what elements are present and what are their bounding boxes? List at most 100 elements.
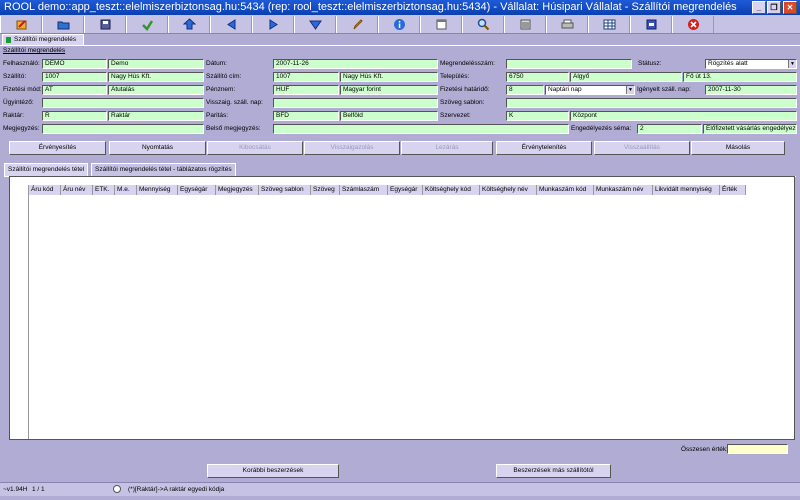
restore-button[interactable]: Visszaállítás — [594, 141, 690, 155]
status-select[interactable]: Rögzítés alatt ▼ — [705, 59, 797, 69]
total-label: Összesen érték: — [681, 446, 728, 453]
title-bar: ROOL demo::app_teszt::elelmiszerbiztonsa… — [0, 0, 800, 15]
administrator-field[interactable] — [42, 98, 204, 108]
column-header[interactable]: Munkaszám név — [594, 185, 653, 195]
tab-order-items[interactable]: Szállítói megrendelés tétel — [4, 163, 89, 176]
internal-note-label: Belső megjegyzés: — [206, 125, 261, 132]
requested-delivery-field[interactable]: 2007-11-30 — [705, 85, 797, 95]
column-header[interactable]: Áru név — [61, 185, 93, 195]
close-order-button[interactable]: Lezárás — [401, 141, 493, 155]
warehouse-name-field[interactable]: Raktár — [108, 111, 204, 121]
column-header[interactable]: Szöveg sablon — [259, 185, 311, 195]
user-name-field[interactable]: Demo — [108, 59, 204, 69]
deadline-unit-select[interactable]: Naptári nap ▼ — [545, 85, 635, 95]
print-document-button[interactable]: Nyomtatás — [109, 141, 206, 155]
zip-field[interactable]: 6750 — [506, 72, 569, 82]
previous-icon — [226, 19, 235, 30]
list-button[interactable] — [504, 16, 546, 33]
save-button[interactable] — [84, 16, 126, 33]
window-close-button[interactable]: ✕ — [783, 1, 797, 14]
currency-name-field[interactable]: Magyar forint — [340, 85, 438, 95]
requested-delivery-label: Igényelt száll. nap: — [637, 86, 691, 93]
last-button[interactable] — [294, 16, 336, 33]
column-header[interactable]: ETK. — [93, 185, 115, 195]
maximize-button[interactable]: ❐ — [767, 1, 781, 14]
calendar-button[interactable] — [420, 16, 462, 33]
last-icon — [308, 20, 322, 30]
refresh-button[interactable] — [126, 16, 168, 33]
modify-button[interactable] — [336, 16, 378, 33]
column-header[interactable]: Költséghely név — [480, 185, 537, 195]
column-header[interactable]: Érték — [720, 185, 746, 195]
user-code-field[interactable]: DEMO — [42, 59, 107, 69]
organization-code-field[interactable]: K — [506, 111, 569, 121]
column-header[interactable]: Megjegyzés — [216, 185, 259, 195]
open-button[interactable] — [42, 16, 84, 33]
confirm-days-field[interactable] — [273, 98, 438, 108]
supplier-address-name-field[interactable]: Nagy Hús Kft. — [340, 72, 438, 82]
organization-label: Szervezet: — [440, 112, 471, 119]
validate-button[interactable]: Érvényesítés — [9, 141, 106, 155]
copy-button[interactable]: Másolás — [691, 141, 785, 155]
supplier-name-field[interactable]: Nagy Hús Kft. — [108, 72, 204, 82]
parity-code-field[interactable]: BFD — [273, 111, 339, 121]
minimize-button[interactable]: _ — [752, 1, 766, 14]
info-button[interactable] — [378, 16, 420, 33]
note-field[interactable] — [42, 124, 204, 134]
tab-supplier-order[interactable]: Szállítói megrendelés — [2, 34, 84, 45]
payment-deadline-field[interactable]: 8 — [506, 85, 544, 95]
warehouse-code-field[interactable]: R — [42, 111, 107, 121]
items-table[interactable]: Áru kód Áru név ETK. M.e. Mennyiség Egys… — [9, 176, 795, 440]
column-header[interactable]: Egységár — [388, 185, 423, 195]
tab-order-items-table[interactable]: Szállítói megrendelés tétel - táblázatos… — [91, 163, 236, 176]
city-field[interactable]: Algyő — [570, 72, 682, 82]
column-header[interactable]: Áru kód — [29, 185, 61, 195]
organization-name-field[interactable]: Központ — [570, 111, 797, 121]
previous-button[interactable] — [210, 16, 252, 33]
next-button[interactable] — [252, 16, 294, 33]
parity-name-field[interactable]: Belföld — [340, 111, 438, 121]
order-number-field[interactable] — [506, 59, 632, 69]
close-window-button[interactable] — [672, 16, 714, 33]
approval-scheme-name-field[interactable]: Előfizetett vásárlás engedélyez — [703, 124, 797, 134]
previous-purchases-button[interactable]: Korábbi beszerzések — [207, 464, 339, 478]
status-radio-icon[interactable] — [113, 485, 121, 493]
supplier-code-field[interactable]: 1007 — [42, 72, 107, 82]
column-header[interactable]: Költséghely kód — [423, 185, 480, 195]
edit-button[interactable] — [0, 16, 42, 33]
list-icon — [520, 19, 530, 30]
column-header[interactable]: Likvidált mennyiség — [653, 185, 720, 195]
next-icon — [269, 19, 278, 30]
column-header[interactable]: Mennyiség — [137, 185, 178, 195]
confirm-button[interactable]: Visszaigazolás — [304, 141, 400, 155]
invalidate-button[interactable]: Érvénytelenítés — [496, 141, 592, 155]
issue-button[interactable]: Kibocsátás — [207, 141, 303, 155]
export-button[interactable] — [630, 16, 672, 33]
print-button[interactable] — [546, 16, 588, 33]
currency-code-field[interactable]: HUF — [273, 85, 339, 95]
search-button[interactable] — [462, 16, 504, 33]
column-header[interactable]: M.e. — [115, 185, 137, 195]
other-supplier-purchases-button[interactable]: Beszerzések más szállítótól — [496, 464, 611, 478]
date-field[interactable]: 2007-11-26 — [273, 59, 438, 69]
payment-method-code-field[interactable]: AT — [42, 85, 107, 95]
first-button[interactable] — [168, 16, 210, 33]
chevron-down-icon[interactable]: ▼ — [626, 86, 634, 94]
grid-button[interactable] — [588, 16, 630, 33]
column-header[interactable]: Szöveg — [311, 185, 340, 195]
currency-label: Pénznem: — [206, 86, 236, 93]
chevron-down-icon[interactable]: ▼ — [788, 60, 796, 68]
internal-note-field[interactable] — [273, 124, 569, 134]
supplier-address-label: Szállító cím: — [206, 73, 242, 80]
text-template-field[interactable] — [506, 98, 797, 108]
payment-method-name-field[interactable]: Átutalás — [108, 85, 204, 95]
column-header[interactable]: Egységár — [178, 185, 216, 195]
search-icon — [477, 18, 489, 31]
address-field[interactable]: Fő út 13. — [683, 72, 797, 82]
supplier-address-code-field[interactable]: 1007 — [273, 72, 339, 82]
column-header[interactable]: Munkaszám kód — [537, 185, 594, 195]
column-header[interactable]: Számlaszám — [340, 185, 388, 195]
print-icon — [561, 19, 573, 29]
note-label: Megjegyzés: — [3, 125, 40, 132]
approval-scheme-code-field[interactable]: 2 — [637, 124, 702, 134]
